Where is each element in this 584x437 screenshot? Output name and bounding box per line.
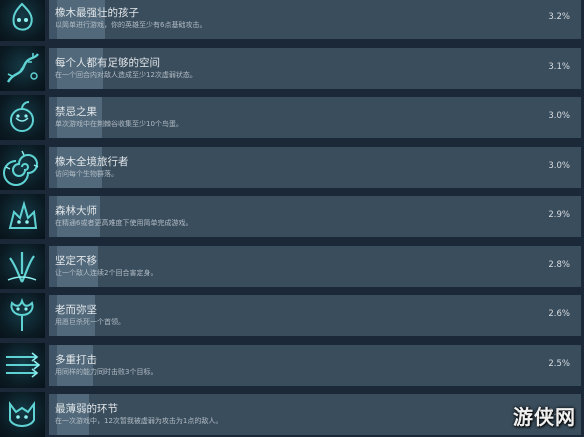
achievement-description: 以简单进行游戏，你的英雄至少有6点基础攻击。 [55, 21, 207, 29]
achievement-description: 在一次游戏中，12次暂我被虚弱为攻击为1点的敌人。 [55, 417, 223, 425]
achievement-title: 禁忌之果 [55, 106, 97, 118]
achievement-title: 老而弥坚 [55, 304, 97, 316]
achievement-row[interactable]: 橡木最强壮的孩子以简单进行游戏，你的英雄至少有6点基础攻击。 3.2% [0, 0, 584, 41]
achievement-description: 访问每个生物群落。 [55, 170, 118, 178]
unlock-percentage: 3.0% [548, 161, 570, 171]
progress-bar [49, 394, 581, 435]
achievement-title: 每个人都有足够的空间 [55, 57, 160, 69]
old-tree-icon [0, 293, 45, 338]
unlock-percentage: 2.5% [548, 359, 570, 369]
unlock-percentage: 2.9% [548, 210, 570, 220]
achievement-row[interactable]: 多重打击用同样的能力同时击败3个目标。 2.5% [0, 343, 584, 388]
achievement-row[interactable]: 坚定不移让一个敌人连续2个回合害定身。 2.8% [0, 244, 584, 289]
achievement-description: 单次游戏中在荆棘谷收集至少10个鸟蛋。 [55, 120, 183, 128]
progress-bar [49, 246, 581, 287]
fox-spirit-icon [0, 392, 45, 437]
achievement-row[interactable]: 橡木全境旅行者访问每个生物群落。 3.0% [0, 145, 584, 190]
unlock-percentage: 3.1% [548, 62, 570, 72]
unlock-percentage: 2.8% [548, 260, 570, 270]
progress-bar [49, 345, 581, 386]
achievement-title: 多重打击 [55, 354, 97, 366]
achievement-row[interactable]: 每个人都有足够的空间在一个回合内对敌人造成至少12次虚弱状态。 3.1% [0, 46, 584, 91]
unlock-percentage: 2.6% [548, 309, 570, 319]
spiral-wind-icon [0, 145, 45, 190]
achievement-title: 最薄弱的环节 [55, 403, 118, 415]
unlock-percentage: 3.2% [548, 12, 570, 22]
root-claw-icon [0, 244, 45, 289]
achievement-description: 让一个敌人连续2个回合害定身。 [55, 269, 158, 277]
achievement-description: 在精通6或者更高难度下使用简单完成游戏。 [55, 219, 193, 227]
achievement-row[interactable]: 禁忌之果单次游戏中在荆棘谷收集至少10个鸟蛋。 3.0% [0, 95, 584, 140]
flame-spirit-icon [0, 0, 45, 41]
achievement-title: 森林大师 [55, 205, 97, 217]
achievement-row[interactable]: 森林大师在精通6或者更高难度下使用简单完成游戏。 2.9% [0, 194, 584, 239]
watermark-logo: 游侠网 [513, 405, 576, 429]
progress-bar [49, 295, 581, 336]
achievement-row[interactable]: 最薄弱的环节 在一次游戏中，12次暂我被虚弱为攻击为1点的敌人。 2.3% [0, 392, 584, 437]
achievement-title: 坚定不移 [55, 255, 97, 267]
bramble-icon [0, 46, 45, 91]
progress-bar [49, 97, 581, 138]
achievement-description: 用愿巨杀死一个首领。 [55, 318, 125, 326]
arrows-icon [0, 343, 45, 388]
achievement-row[interactable]: 老而弥坚用愿巨杀死一个首领。 2.6% [0, 293, 584, 338]
achievement-title: 橡木全境旅行者 [55, 156, 129, 168]
achievement-title: 橡木最强壮的孩子 [55, 7, 139, 19]
achievement-description: 用同样的能力同时击败3个目标。 [55, 368, 158, 376]
beast-icon [0, 194, 45, 239]
forbidden-fruit-icon [0, 95, 45, 140]
progress-bar [49, 196, 581, 237]
achievement-description: 在一个回合内对敌人造成至少12次虚弱状态。 [55, 71, 197, 79]
unlock-percentage: 3.0% [548, 111, 570, 121]
